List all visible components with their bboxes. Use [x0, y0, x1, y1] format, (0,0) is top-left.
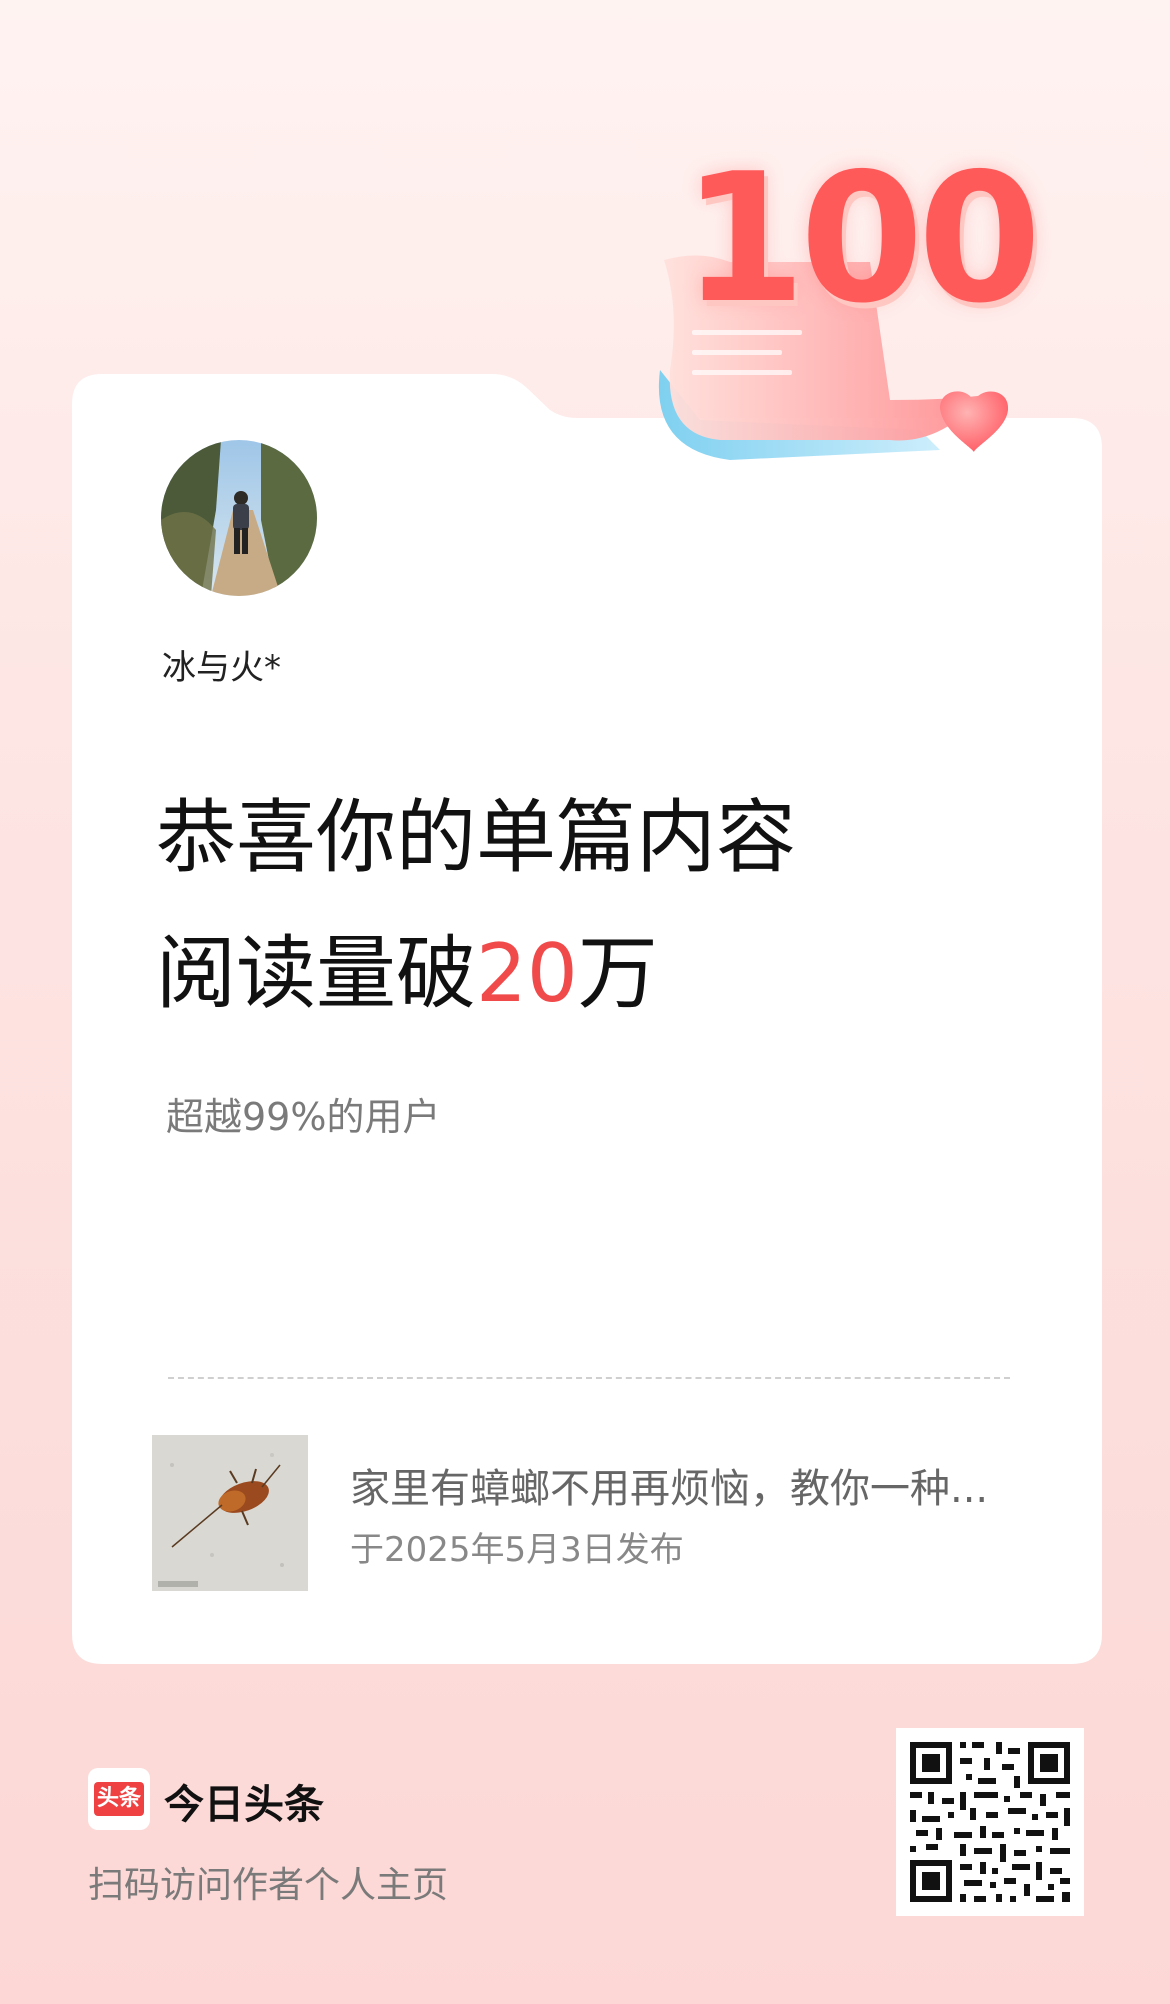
read-count-number: 20 — [476, 927, 578, 1020]
dashed-divider — [168, 1377, 1010, 1379]
milestone-badge: 100 — [640, 150, 1060, 480]
brand-name: 今日头条 — [164, 1782, 324, 1828]
article-publish-date: 于2025年5月3日发布 — [350, 1530, 684, 1570]
article-thumbnail[interactable] — [152, 1435, 308, 1591]
headline-prefix: 阅读量破 — [156, 927, 476, 1020]
headline-suffix: 万 — [577, 927, 658, 1020]
percentile-text: 超越99%的用户 — [166, 1095, 441, 1139]
headline-line-2: 阅读量破20万 — [156, 934, 658, 1014]
author-avatar[interactable] — [161, 440, 317, 596]
qr-code-icon — [896, 1728, 1084, 1916]
badge-number: 100 — [682, 135, 1042, 342]
toutiao-logo-icon: 头条 — [88, 1768, 150, 1830]
avatar-image-icon — [161, 440, 317, 596]
headline-line-1: 恭喜你的单篇内容 — [156, 791, 796, 884]
logo-text: 头条 — [94, 1782, 144, 1816]
qr-caption: 扫码访问作者个人主页 — [88, 1865, 449, 1906]
qr-code[interactable] — [896, 1728, 1084, 1916]
article-title[interactable]: 家里有蟑螂不用再烦恼，教你一种... — [350, 1456, 1010, 1514]
author-name[interactable]: 冰与火* — [162, 640, 281, 689]
cockroach-image-icon — [152, 1435, 308, 1591]
